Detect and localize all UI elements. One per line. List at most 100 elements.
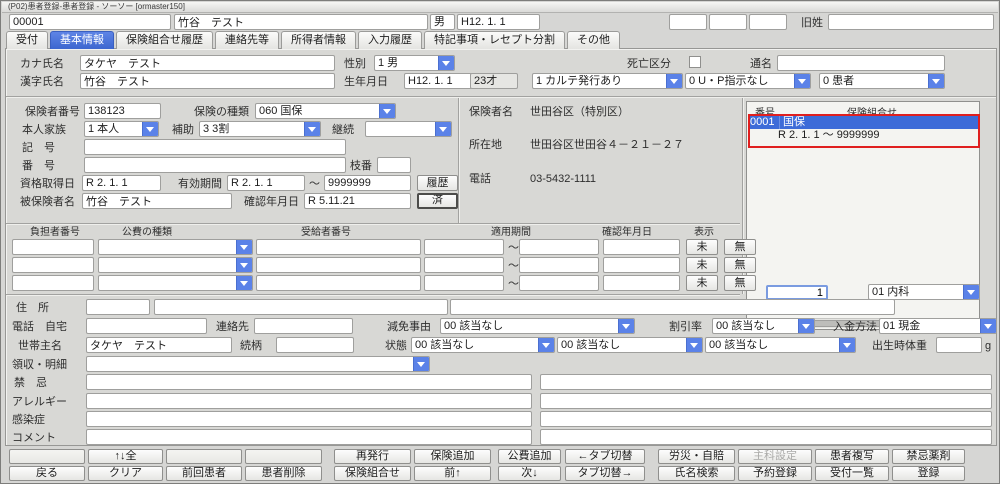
reception-list-button[interactable]: 受付一覧	[815, 466, 889, 481]
contraindicated-drug-button[interactable]: 禁忌薬剤	[892, 449, 965, 464]
kohi-confirm-input-1[interactable]	[603, 239, 680, 255]
tab-income-info[interactable]: 所得者情報	[281, 31, 356, 49]
chevron-down-icon[interactable]	[538, 338, 554, 352]
valid-from-input[interactable]	[227, 175, 305, 191]
chevron-down-icon[interactable]	[666, 74, 682, 88]
symbol-input[interactable]	[84, 139, 346, 155]
exemption-select[interactable]: 00 該当なし	[440, 318, 635, 334]
kohi-from-input-2[interactable]	[424, 257, 504, 273]
kohi-confirm-input-2[interactable]	[603, 257, 680, 273]
footer-empty-button-3[interactable]	[245, 449, 322, 464]
kohi-from-input-3[interactable]	[424, 275, 504, 291]
prev-item-button[interactable]: 前↑	[414, 466, 491, 481]
allergy-input-1[interactable]	[86, 393, 532, 409]
number-input[interactable]	[84, 157, 346, 173]
add-insurance-button[interactable]: 保険追加	[414, 449, 491, 464]
kohi-payer-input-3[interactable]	[12, 275, 94, 291]
kohi-recipient-input-3[interactable]	[256, 275, 421, 291]
insured-name-input[interactable]	[82, 193, 232, 209]
kohi-unconfirmed-button-3[interactable]: 未	[686, 275, 718, 291]
clear-button[interactable]: クリア	[88, 466, 163, 481]
select-all-button[interactable]: ↑↓全	[88, 449, 163, 464]
kohi-confirm-input-3[interactable]	[603, 275, 680, 291]
history-button[interactable]: 履歴	[417, 175, 458, 191]
chevron-down-icon[interactable]	[304, 122, 320, 136]
register-button[interactable]: 登録	[892, 466, 965, 481]
kohi-display-button-2[interactable]: 無	[724, 257, 756, 273]
chevron-down-icon[interactable]	[686, 338, 702, 352]
chevron-down-icon[interactable]	[438, 56, 454, 70]
relationship-input[interactable]	[276, 337, 354, 353]
continuation-select[interactable]	[365, 121, 452, 137]
kohi-to-input-3[interactable]	[519, 275, 599, 291]
old-name-input[interactable]	[828, 14, 994, 30]
state-select-1[interactable]: 00 該当なし	[411, 337, 555, 353]
chevron-down-icon[interactable]	[928, 74, 944, 88]
kohi-display-button-1[interactable]: 無	[724, 239, 756, 255]
subsidy-select[interactable]: 3 3割	[199, 121, 321, 137]
householder-input[interactable]	[86, 337, 232, 353]
confirmed-button[interactable]: 済	[417, 193, 458, 209]
combination-count-input[interactable]	[766, 285, 828, 300]
alias-input[interactable]	[777, 55, 945, 71]
contraindication-input-1[interactable]	[86, 374, 532, 390]
patient-id-input[interactable]	[9, 14, 171, 30]
kanji-name-input[interactable]	[80, 73, 335, 89]
birthdate-input[interactable]	[404, 73, 472, 89]
patient-type-select[interactable]: 0 患者	[819, 73, 945, 89]
tab-insurance-history[interactable]: 保険組合せ履歴	[116, 31, 213, 49]
infection-input-1[interactable]	[86, 411, 532, 427]
state-select-2[interactable]: 00 該当なし	[557, 337, 703, 353]
receipt-detail-select[interactable]	[86, 356, 430, 372]
chevron-down-icon[interactable]	[980, 319, 996, 333]
footer-empty-button-2[interactable]	[166, 449, 242, 464]
confirm-date-input[interactable]	[304, 193, 411, 209]
contraindication-input-2[interactable]	[540, 374, 992, 390]
address-input-2[interactable]	[450, 299, 895, 315]
kohi-recipient-input-2[interactable]	[256, 257, 421, 273]
kohi-unconfirmed-button-1[interactable]: 未	[686, 239, 718, 255]
chevron-down-icon[interactable]	[798, 319, 814, 333]
tab-reception[interactable]: 受付	[6, 31, 48, 49]
footer-empty-button-1[interactable]	[9, 449, 85, 464]
comment-input-2[interactable]	[540, 429, 992, 445]
address-input-1[interactable]	[154, 299, 448, 315]
valid-to-input[interactable]	[324, 175, 411, 191]
chevron-down-icon[interactable]	[794, 74, 810, 88]
tab-input-history[interactable]: 入力履歴	[358, 31, 422, 49]
sex-select[interactable]: 1 男	[374, 55, 455, 71]
name-search-button[interactable]: 氏名検索	[658, 466, 735, 481]
self-family-select[interactable]: 1 本人	[84, 121, 159, 137]
insurer-number-input[interactable]	[84, 103, 161, 119]
kohi-recipient-input-1[interactable]	[256, 239, 421, 255]
reservation-button[interactable]: 予約登録	[738, 466, 812, 481]
kohi-type-select-1[interactable]	[98, 239, 253, 255]
state-select-3[interactable]: 00 該当なし	[705, 337, 856, 353]
tab-others[interactable]: その他	[567, 31, 620, 49]
chevron-down-icon[interactable]	[413, 357, 429, 371]
postal-code-input[interactable]	[86, 299, 150, 315]
comment-input-1[interactable]	[86, 429, 532, 445]
kana-name-input[interactable]	[80, 55, 335, 71]
tab-special-notes[interactable]: 特記事項・レセプト分割	[424, 31, 565, 49]
tab-basic-info[interactable]: 基本情報	[50, 31, 114, 49]
kohi-type-select-2[interactable]	[98, 257, 253, 273]
chevron-down-icon[interactable]	[236, 276, 252, 290]
chevron-down-icon[interactable]	[142, 122, 158, 136]
kohi-type-select-3[interactable]	[98, 275, 253, 291]
qualification-date-input[interactable]	[82, 175, 161, 191]
insurance-type-select[interactable]: 060 国保	[255, 103, 396, 119]
delete-patient-button[interactable]: 患者削除	[245, 466, 322, 481]
tab-contacts[interactable]: 連絡先等	[215, 31, 279, 49]
contact-input[interactable]	[254, 318, 353, 334]
payment-method-select[interactable]: 01 現金	[879, 318, 997, 334]
chevron-down-icon[interactable]	[379, 104, 395, 118]
tab-switch-left-button[interactable]: ←タブ切替	[565, 449, 645, 464]
reissue-button[interactable]: 再発行	[334, 449, 411, 464]
rosai-jibai-button[interactable]: 労災・自賠	[658, 449, 735, 464]
next-item-button[interactable]: 次↓	[498, 466, 561, 481]
chevron-down-icon[interactable]	[435, 122, 451, 136]
kohi-payer-input-2[interactable]	[12, 257, 94, 273]
allergy-input-2[interactable]	[540, 393, 992, 409]
chevron-down-icon[interactable]	[618, 319, 634, 333]
